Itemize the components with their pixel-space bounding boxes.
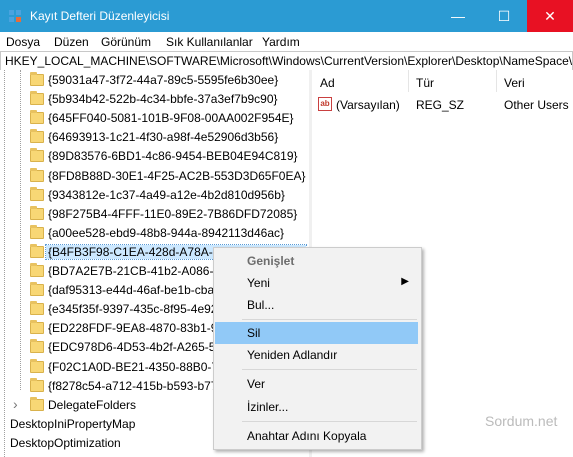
tree-item[interactable]: {64693913-1c21-4f30-a98f-4e52906d3b56} <box>0 128 309 147</box>
tree-item[interactable]: {59031a47-3f72-44a7-89c5-5595fe6b30ee} <box>0 71 309 90</box>
column-separator[interactable] <box>496 70 497 92</box>
tree-item[interactable]: {9343812e-1c37-4a49-a12e-4b2d810d956b} <box>0 186 309 205</box>
address-bar[interactable]: HKEY_LOCAL_MACHINE\SOFTWARE\Microsoft\Wi… <box>0 51 573 72</box>
menu-separator <box>242 369 417 370</box>
menu-sik-kullanilanlar[interactable]: Sık Kullanılanlar <box>166 35 253 49</box>
tree-item[interactable]: {5b934b42-522b-4c34-bbfe-37a3ef7b9c90} <box>0 90 309 109</box>
value-row[interactable]: ab (Varsayılan) REG_SZ Other Users <box>312 96 573 115</box>
tree-item[interactable]: {98F275B4-4FFF-11E0-89E2-7B86DFD72085} <box>0 205 309 224</box>
menu-item-find[interactable]: Bul... <box>214 294 421 316</box>
watermark-text: Sordum.net <box>485 413 558 429</box>
folder-icon <box>30 339 44 354</box>
minimize-button[interactable]: — <box>435 0 481 32</box>
tree-item-label: {F02C1A0D-BE21-4350-88B0-73 <box>48 359 225 374</box>
folder-icon <box>30 91 44 106</box>
menu-item-permissions[interactable]: İzinler... <box>214 396 421 418</box>
tree-item-label: {EDC978D6-4D53-4b2f-A265-58 <box>48 340 223 355</box>
value-data: Other Users <box>504 98 569 112</box>
folder-icon <box>30 148 44 163</box>
menu-yardim[interactable]: Yardım <box>262 35 300 49</box>
folder-icon <box>30 320 44 335</box>
tree-item-label: {59031a47-3f72-44a7-89c5-5595fe6b30ee} <box>48 73 279 87</box>
menu-item-export[interactable]: Ver <box>214 373 421 395</box>
folder-icon <box>30 243 44 258</box>
menu-separator <box>242 319 417 320</box>
string-value-icon: ab <box>318 97 332 111</box>
value-name: (Varsayılan) <box>336 98 400 112</box>
column-header-type[interactable]: Tür <box>416 76 434 90</box>
folder-icon <box>30 282 44 297</box>
menu-item-label: İzinler... <box>247 400 289 414</box>
tree-item-label: DelegateFolders <box>48 397 137 412</box>
tree-item[interactable]: {645FF040-5081-101B-9F08-00AA002F954E} <box>0 109 309 128</box>
menu-item-rename[interactable]: Yeniden Adlandır <box>214 344 421 366</box>
folder-icon <box>30 129 44 144</box>
tree-item-label: {f8278c54-a712-415b-b593-b77 <box>48 378 218 393</box>
title-bar: Kayıt Defteri Düzenleyicisi — ☐ ✕ <box>0 0 573 32</box>
tree-item-label: {ED228FDF-9EA8-4870-83b1-96 <box>48 321 225 336</box>
folder-icon <box>30 301 44 316</box>
tree-item-label: {e345f35f-9397-435c-8f95-4e92 <box>48 302 218 317</box>
tree-item[interactable]: {89D83576-6BD1-4c86-9454-BEB04E94C819} <box>0 147 309 166</box>
tree-item-label: {64693913-1c21-4f30-a98f-4e52906d3b56} <box>48 130 279 145</box>
menu-item-label: Sil <box>247 326 261 340</box>
menu-item-new[interactable]: Yeni ▶ <box>214 272 421 294</box>
tree-item-label: {645FF040-5081-101B-9F08-00AA002F954E} <box>48 111 294 126</box>
tree-item-label: {daf95313-e44d-46af-be1b-cba <box>48 283 215 298</box>
tree-item-label: {9343812e-1c37-4a49-a12e-4b2d810d956b} <box>48 187 285 202</box>
menu-gorunum[interactable]: Görünüm <box>101 35 151 49</box>
folder-icon <box>30 110 44 125</box>
menu-item-delete[interactable]: Sil <box>215 322 418 344</box>
folder-icon <box>30 396 44 411</box>
tree-item[interactable]: {a00ee528-ebd9-48b8-944a-8942113d46ac} <box>0 224 309 243</box>
menu-item-label: Yeniden Adlandır <box>247 348 338 362</box>
tree-item-label: {BD7A2E7B-21CB-41b2-A086-B <box>48 264 222 278</box>
tree-item-label: {89D83576-6BD1-4c86-9454-BEB04E94C819} <box>48 149 298 164</box>
regedit-app-icon <box>9 10 21 22</box>
column-header-data[interactable]: Veri <box>504 76 525 90</box>
tree-item[interactable]: {8FD8B88D-30E1-4F25-AC2B-553D3D65F0EA} <box>0 167 309 186</box>
menu-item-label: Ver <box>247 377 266 391</box>
menu-duzen[interactable]: Düzen <box>54 35 89 49</box>
menu-item-label: Anahtar Adını Kopyala <box>247 429 367 443</box>
folder-icon <box>30 263 44 277</box>
menu-dosya[interactable]: Dosya <box>6 35 40 49</box>
value-type: REG_SZ <box>416 98 465 112</box>
expand-chevron-icon[interactable]: › <box>13 396 18 412</box>
menu-bar: Dosya Düzen Görünüm Sık Kullanılanlar Ya… <box>0 32 573 51</box>
folder-icon <box>30 224 44 239</box>
maximize-button[interactable]: ☐ <box>481 0 527 32</box>
tree-item-label: {8FD8B88D-30E1-4F25-AC2B-553D3D65F0EA} <box>48 168 306 183</box>
menu-item-label: Bul... <box>247 298 275 312</box>
menu-item-copy-key-name[interactable]: Anahtar Adını Kopyala <box>214 425 421 447</box>
folder-icon <box>30 72 44 86</box>
folder-icon <box>30 205 44 220</box>
menu-item-label: Genişlet <box>247 254 295 268</box>
tree-item-label: DesktopOptimization <box>10 435 121 450</box>
menu-item-expand: Genişlet <box>214 250 421 272</box>
menu-separator <box>242 421 417 422</box>
column-separator[interactable] <box>408 70 409 92</box>
folder-icon <box>30 167 44 182</box>
close-button[interactable]: ✕ <box>527 0 573 32</box>
column-header-name[interactable]: Ad <box>320 76 335 90</box>
tree-item-label: {98F275B4-4FFF-11E0-89E2-7B86DFD72085} <box>48 206 298 221</box>
address-path: HKEY_LOCAL_MACHINE\SOFTWARE\Microsoft\Wi… <box>5 54 573 68</box>
menu-item-label: Yeni <box>247 276 270 290</box>
list-header: Ad Tür Veri <box>312 70 573 92</box>
tree-item-label: DesktopIniPropertyMap <box>10 416 136 431</box>
context-menu: Genişlet Yeni ▶ Bul... Sil Yeniden Adlan… <box>213 247 422 450</box>
window-title: Kayıt Defteri Düzenleyicisi <box>30 9 170 23</box>
submenu-arrow-icon: ▶ <box>401 276 409 287</box>
folder-icon <box>30 358 44 373</box>
tree-item-label: {a00ee528-ebd9-48b8-944a-8942113d46ac} <box>48 225 284 240</box>
folder-icon <box>30 377 44 392</box>
tree-item-label: {5b934b42-522b-4c34-bbfe-37a3ef7b9c90} <box>48 92 278 107</box>
folder-icon <box>30 186 44 201</box>
